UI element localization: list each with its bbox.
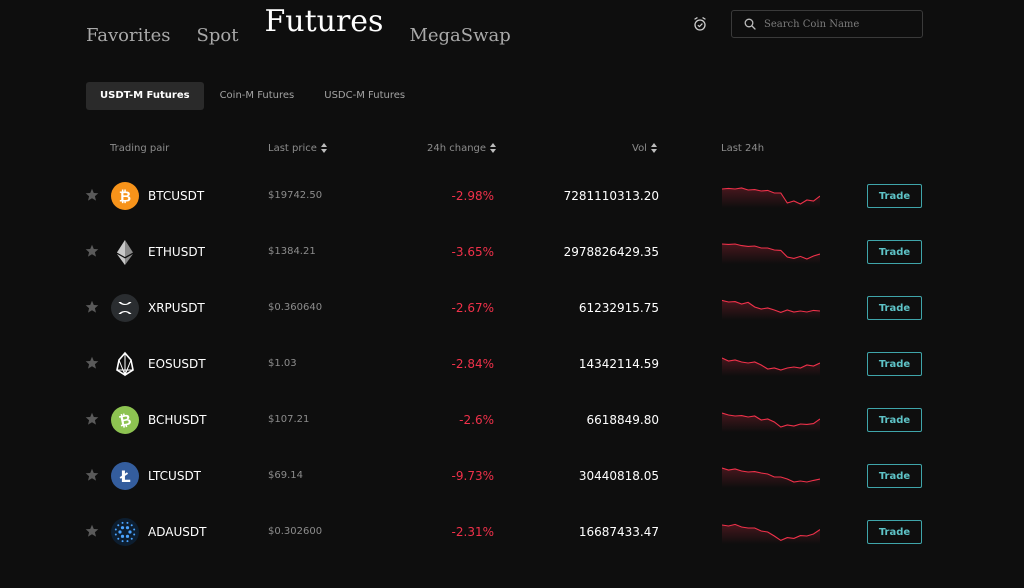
sparkline-chart [722, 299, 820, 320]
header-24h-change[interactable]: 24h change [427, 143, 497, 154]
table-row[interactable]: ADAUSDT $0.302600 -2.31% 16687433.47 Trade [0, 518, 1024, 588]
trade-button[interactable]: Trade [867, 184, 922, 208]
favorite-star-icon[interactable] [85, 412, 99, 426]
sort-icon [650, 143, 657, 153]
trade-button[interactable]: Trade [867, 464, 922, 488]
last-price: $0.360640 [268, 302, 323, 313]
header-last-price[interactable]: Last price [268, 143, 327, 154]
sort-icon [320, 143, 327, 153]
bch-icon: ₿ [111, 406, 139, 434]
svg-text:Ł: Ł [119, 467, 130, 486]
search-input[interactable] [762, 17, 916, 31]
header-last-24h: Last 24h [721, 143, 764, 154]
trading-pair[interactable]: ADAUSDT [148, 525, 206, 539]
last-price: $1384.21 [268, 246, 316, 257]
volume: 30440818.05 [578, 469, 659, 483]
tab-futures[interactable]: Futures [264, 4, 383, 39]
market-type-tabs: USDT-M Futures Coin-M Futures USDC-M Fut… [86, 82, 421, 110]
volume: 7281110313.20 [563, 189, 659, 203]
header-last-24h-label: Last 24h [721, 143, 765, 154]
trade-button[interactable]: Trade [867, 352, 922, 376]
sparkline-area [722, 300, 820, 320]
trade-button[interactable]: Trade [867, 296, 922, 320]
24h-change: -2.6% [459, 413, 494, 427]
favorite-star-icon[interactable] [85, 300, 99, 314]
search-box[interactable] [731, 10, 923, 38]
favorite-star-icon[interactable] [85, 468, 99, 482]
volume: 14342114.59 [578, 357, 659, 371]
sparkline-chart [722, 467, 820, 488]
favorite-star-icon[interactable] [85, 356, 99, 370]
header-trading-pair-label: Trading pair [110, 143, 170, 154]
search-icon [744, 18, 756, 30]
alarm-clock-icon[interactable] [692, 16, 708, 32]
header-trading-pair: Trading pair [110, 143, 169, 154]
favorite-star-icon[interactable] [85, 188, 99, 202]
favorite-star-icon[interactable] [85, 244, 99, 258]
last-price: $19742.50 [268, 190, 323, 201]
volume: 16687433.47 [578, 525, 659, 539]
header-24h-change-label: 24h change [427, 143, 487, 154]
header-vol-label: Vol [632, 143, 647, 154]
tab-coin-m-futures[interactable]: Coin-M Futures [206, 82, 309, 110]
24h-change: -3.65% [451, 245, 494, 259]
last-price: $0.302600 [268, 526, 323, 537]
sparkline-chart [722, 523, 820, 544]
trading-pair[interactable]: BTCUSDT [148, 189, 204, 203]
main-nav: Favorites Spot Futures MegaSwap [86, 0, 537, 48]
trade-button[interactable]: Trade [867, 408, 922, 432]
favorite-star-icon[interactable] [85, 524, 99, 538]
header-vol[interactable]: Vol [632, 143, 657, 154]
tab-megaswap[interactable]: MegaSwap [409, 25, 510, 46]
sparkline-area [722, 188, 820, 208]
sparkline-chart [722, 187, 820, 208]
sparkline-chart [722, 412, 820, 432]
trading-pair[interactable]: LTCUSDT [148, 469, 201, 483]
tab-favorites[interactable]: Favorites [86, 25, 171, 46]
tab-usdc-m-futures[interactable]: USDC-M Futures [310, 82, 419, 110]
btc-icon: ₿ [111, 182, 139, 210]
last-price: $1.03 [268, 358, 297, 369]
sparkline-chart [722, 243, 820, 264]
trading-pair[interactable]: BCHUSDT [148, 413, 206, 427]
eos-icon [116, 351, 134, 377]
24h-change: -2.84% [451, 357, 494, 371]
24h-change: -2.31% [451, 525, 494, 539]
header-last-price-label: Last price [268, 143, 317, 154]
trade-button[interactable]: Trade [867, 520, 922, 544]
last-price: $107.21 [268, 414, 310, 425]
svg-text:₿: ₿ [119, 188, 131, 206]
ltc-icon: Ł [111, 462, 139, 490]
tab-usdt-m-futures[interactable]: USDT-M Futures [86, 82, 204, 110]
volume: 6618849.80 [586, 413, 659, 427]
trading-pair[interactable]: ETHUSDT [148, 245, 205, 259]
trade-button[interactable]: Trade [867, 240, 922, 264]
last-price: $69.14 [268, 470, 303, 481]
24h-change: -2.67% [451, 301, 494, 315]
sort-icon [490, 143, 497, 153]
trading-pair[interactable]: XRPUSDT [148, 301, 205, 315]
sparkline-area [722, 244, 820, 264]
sparkline-area [722, 468, 820, 488]
24h-change: -2.98% [451, 189, 494, 203]
volume: 2978826429.35 [563, 245, 659, 259]
ada-icon [111, 518, 139, 546]
xrp-icon [111, 294, 139, 322]
trading-pair[interactable]: EOSUSDT [148, 357, 206, 371]
24h-change: -9.73% [451, 469, 494, 483]
volume: 61232915.75 [578, 301, 659, 315]
tab-spot[interactable]: Spot [197, 25, 239, 46]
sparkline-chart [722, 357, 820, 376]
eth-icon [117, 240, 133, 265]
